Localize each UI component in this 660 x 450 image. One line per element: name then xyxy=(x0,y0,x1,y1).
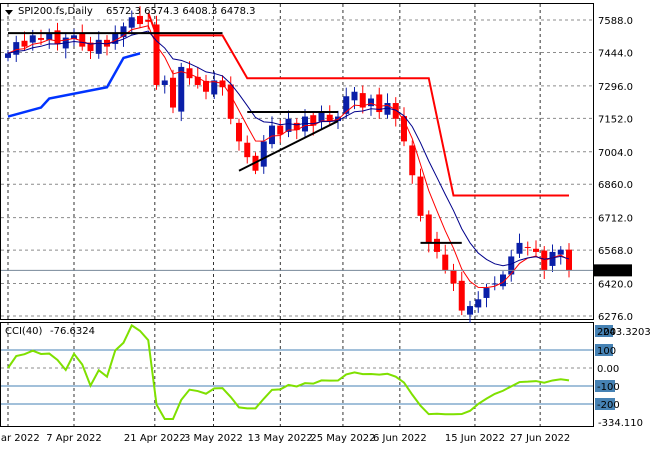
bear-candle xyxy=(38,38,44,40)
price-tick: 7444.0 xyxy=(598,48,633,59)
bear-candle xyxy=(326,114,333,122)
date-label: 28 Mar 2022 xyxy=(0,433,40,444)
current-price-label: 6478.3 xyxy=(597,266,632,277)
bear-candle xyxy=(417,176,424,216)
ema-fast-line xyxy=(7,25,570,289)
date-label: 21 Apr 2022 xyxy=(124,433,186,444)
bear-candle xyxy=(425,214,432,243)
bear-candle xyxy=(21,40,28,47)
price-tick: 7004.0 xyxy=(598,148,633,159)
bear-candle xyxy=(524,246,531,248)
cci-max-label: 243.3203 xyxy=(603,327,651,338)
date-label: 13 May 2022 xyxy=(248,433,313,444)
cci-level-label: -200 xyxy=(597,400,620,411)
price-tick: 6712.0 xyxy=(598,214,633,225)
bear-candle xyxy=(227,84,234,119)
chart-canvas: 7588.0 7444.0 7296.0 7152.0 7004.0 6860.0 6712… xyxy=(0,3,651,444)
date-label: 25 May 2022 xyxy=(310,433,375,444)
price-tick: 6420.0 xyxy=(598,280,633,291)
bear-candle xyxy=(458,280,465,311)
cci-panel-border xyxy=(0,322,594,427)
date-label: 3 May 2022 xyxy=(184,433,243,444)
bull-candle xyxy=(475,299,482,308)
date-label: 7 Apr 2022 xyxy=(46,433,101,444)
bull-candle xyxy=(178,66,185,112)
bull-candle xyxy=(318,112,325,122)
chart-window: 7588.0 7444.0 7296.0 7152.0 7004.0 6860.0 6712… xyxy=(0,0,660,450)
bear-candle xyxy=(450,269,457,284)
bull-candle xyxy=(491,283,498,285)
cci-label: CCI(40) xyxy=(5,326,43,337)
bear-candle xyxy=(277,125,284,135)
date-label: 27 Jun 2022 xyxy=(510,433,570,444)
bull-candle xyxy=(483,288,490,298)
bull-candle xyxy=(128,17,135,28)
cci-level-label: 0.00 xyxy=(597,364,619,375)
price-tick: 6860.0 xyxy=(598,180,633,191)
price-tick: 6568.0 xyxy=(598,246,633,257)
bear-candle xyxy=(244,142,251,158)
bear-candle xyxy=(442,254,449,270)
cci-line xyxy=(7,323,570,421)
price-tick: 7152.0 xyxy=(598,114,633,125)
bull-candle xyxy=(269,125,275,145)
bear-candle xyxy=(533,248,539,252)
collapse-arrow-icon[interactable] xyxy=(5,10,13,15)
bear-candle xyxy=(236,122,242,142)
bull-candle xyxy=(557,249,564,255)
ohlc-values: 6572.3 6574.3 6408.3 6478.3 xyxy=(106,6,256,17)
bear-candle xyxy=(434,238,440,252)
price-tick: 7296.0 xyxy=(598,82,633,93)
bull-candle xyxy=(467,306,473,315)
bull-candle xyxy=(161,80,168,85)
price-tick: 7588.0 xyxy=(598,16,633,27)
date-label: 6 Jun 2022 xyxy=(373,433,427,444)
date-label: 15 Jun 2022 xyxy=(445,433,505,444)
bear-candle xyxy=(392,103,399,119)
bear-candle xyxy=(170,77,176,108)
cci-level-label: 100 xyxy=(597,346,616,357)
trailing-stop-line xyxy=(147,12,569,197)
bull-candle xyxy=(351,91,358,101)
symbol-label: SPI200.fs,Daily xyxy=(18,6,93,17)
bull-candle xyxy=(5,53,11,58)
price-tick: 6276.0 xyxy=(598,312,633,323)
bull-candle xyxy=(516,242,523,254)
bear-candle xyxy=(137,15,143,25)
bull-candle xyxy=(46,33,53,40)
cci-level-label: -100 xyxy=(597,382,620,393)
cci-min-label: -334.110 xyxy=(598,418,643,429)
bull-candle xyxy=(29,35,36,43)
bull-candle xyxy=(13,42,20,55)
bull-candle xyxy=(95,39,102,54)
bull-candle xyxy=(368,98,374,107)
bull-candle xyxy=(260,141,267,167)
ema-slow-line xyxy=(7,30,570,267)
bear-candle xyxy=(409,145,416,176)
cci-value: -76.6324 xyxy=(50,326,95,337)
